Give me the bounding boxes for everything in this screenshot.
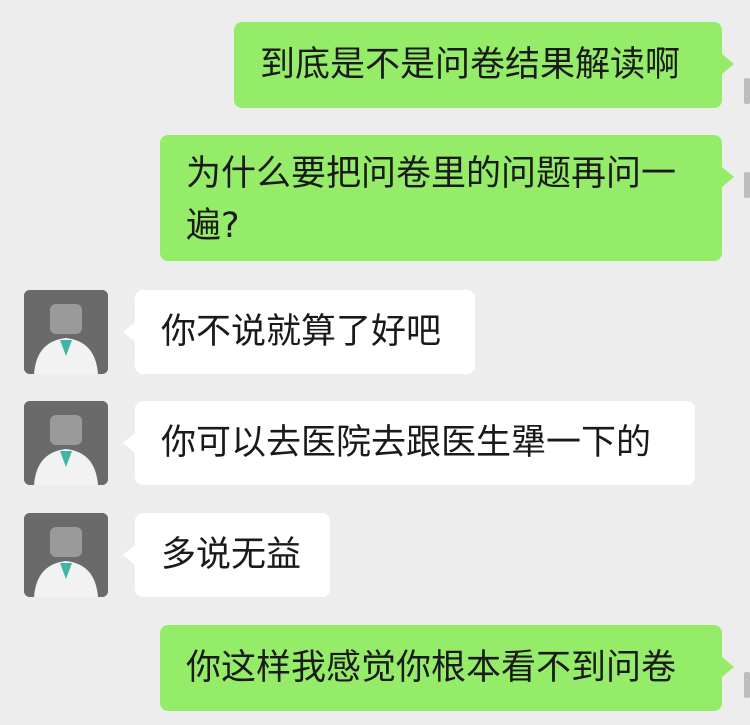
scroll-indicator [744,172,750,198]
message-text: 到底是不是问卷结果解读啊 [260,45,681,85]
message-text: 为什么要把问卷里的问题再问一遍? [186,154,677,246]
doctor-avatar-icon [24,401,108,485]
chat-thread: 到底是不是问卷结果解读啊 为什么要把问卷里的问题再问一遍? 你不说就算了好吧 你… [0,0,750,725]
doctor-avatar-icon [24,513,108,597]
scroll-indicator [744,672,750,698]
message-text: 你可以去医院去跟医生犟一下的 [161,423,652,463]
incoming-message[interactable]: 多说无益 [123,513,330,597]
message-text: 你不说就算了好吧 [161,312,442,352]
contact-avatar[interactable] [24,401,108,485]
doctor-avatar-icon [24,290,108,374]
message-text: 你这样我感觉你根本看不到问卷 [186,648,677,688]
outgoing-message[interactable]: 你这样我感觉你根本看不到问卷 [160,625,734,711]
outgoing-message[interactable]: 为什么要把问卷里的问题再问一遍? [160,135,734,261]
incoming-message[interactable]: 你不说就算了好吧 [123,290,475,374]
outgoing-message[interactable]: 到底是不是问卷结果解读啊 [234,22,734,108]
incoming-message[interactable]: 你可以去医院去跟医生犟一下的 [123,401,695,485]
contact-avatar[interactable] [24,290,108,374]
message-text: 多说无益 [161,535,302,575]
scroll-indicator [744,78,750,104]
contact-avatar[interactable] [24,513,108,597]
